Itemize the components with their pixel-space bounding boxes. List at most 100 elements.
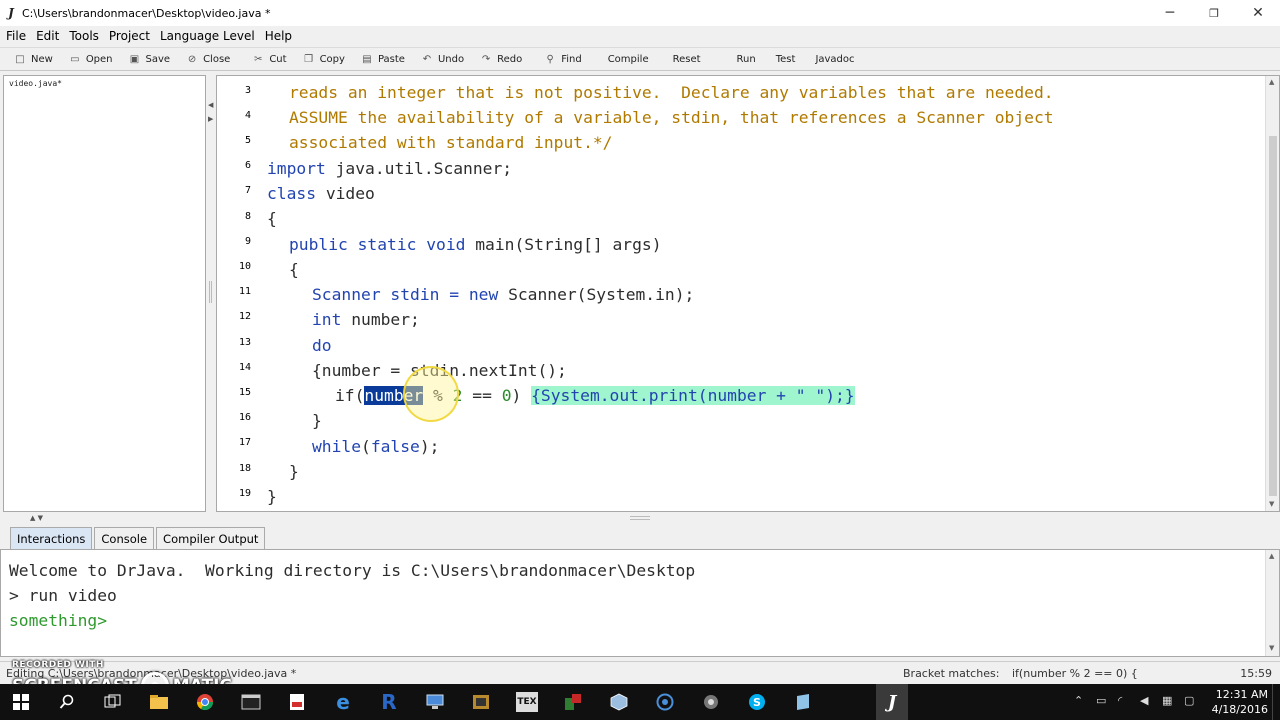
menu-edit[interactable]: Edit xyxy=(34,29,61,43)
tray-chevron-icon[interactable]: ⌃ xyxy=(1074,694,1083,707)
wifi-icon[interactable]: ◜ xyxy=(1118,694,1122,707)
test-button[interactable]: Test xyxy=(768,49,804,69)
bracket-matches-value: if(number % 2 == 0) { xyxy=(1012,667,1138,680)
interactions-pane[interactable]: Welcome to DrJava. Working directory is … xyxy=(0,549,1280,657)
tab-console[interactable]: Console xyxy=(94,527,155,549)
battery-icon[interactable]: ▭ xyxy=(1096,694,1106,707)
taskbar-clock[interactable]: 12:31 AM 4/18/2016 xyxy=(1212,687,1268,717)
tab-interactions[interactable]: Interactions xyxy=(10,527,93,549)
scanner-constructor: Scanner(System.in); xyxy=(498,285,695,304)
terminal-icon[interactable] xyxy=(240,692,262,712)
code-editor[interactable]: 3 4 5 6 7 8 9 10 11 12 13 14 15 16 17 18… xyxy=(216,75,1280,512)
binoculars-icon: ⚲ xyxy=(546,53,554,65)
close-label: Close xyxy=(203,53,231,65)
message-icon[interactable]: ▢ xyxy=(1184,694,1194,707)
save-button[interactable]: ▣ Save xyxy=(121,49,179,69)
skype-icon[interactable]: S xyxy=(746,692,768,712)
scroll-down-icon[interactable]: ▼ xyxy=(1269,500,1274,508)
r-icon[interactable]: R xyxy=(378,690,400,714)
reset-button[interactable]: Reset xyxy=(665,49,709,69)
latex-icon[interactable]: TEX xyxy=(516,692,538,712)
selected-text: number xyxy=(364,386,424,405)
cut-button[interactable]: ✂ Cut xyxy=(244,49,294,69)
copy-button[interactable]: ❐ Copy xyxy=(295,49,353,69)
if-open: if( xyxy=(335,386,365,405)
input-prompt[interactable]: something> xyxy=(9,611,107,631)
show-desktop-button[interactable] xyxy=(1272,684,1280,720)
undo-button[interactable]: ↶ Undo xyxy=(413,49,472,69)
close-file-button[interactable]: ⊘ Close xyxy=(178,49,238,69)
scroll-thumb[interactable] xyxy=(1269,136,1277,496)
keyword-false: false xyxy=(370,437,420,456)
cube-icon[interactable] xyxy=(608,692,630,712)
tab-compiler-output[interactable]: Compiler Output xyxy=(156,527,266,549)
line-number-gutter: 3 4 5 6 7 8 9 10 11 12 13 14 15 16 17 18… xyxy=(217,76,259,511)
undo-arrow-icon: ↶ xyxy=(422,53,432,65)
scroll-down-icon[interactable]: ▼ xyxy=(1269,644,1274,652)
scroll-up-icon[interactable]: ▲ xyxy=(1269,552,1274,560)
scanner-declaration: Scanner stdin = xyxy=(312,285,469,304)
redo-arrow-icon: ↷ xyxy=(481,53,491,65)
close-button[interactable]: ✕ xyxy=(1236,0,1280,26)
app-icon[interactable] xyxy=(470,692,492,712)
menu-bar: File Edit Tools Project Language Level H… xyxy=(0,26,1280,46)
minimize-button[interactable]: ─ xyxy=(1148,0,1192,26)
run-button[interactable]: Run xyxy=(729,49,764,69)
vertical-splitter[interactable]: ◀ ▶ xyxy=(207,75,215,512)
pdf-icon[interactable] xyxy=(286,692,308,712)
open-button[interactable]: ▭ Open xyxy=(61,49,121,69)
run-command: > run video xyxy=(9,586,117,605)
splitter-arrows-icon[interactable]: ▲ ▼ xyxy=(30,514,43,522)
tool-icon[interactable] xyxy=(700,692,722,712)
restore-button[interactable]: ❐ xyxy=(1192,0,1236,26)
paste-button[interactable]: ▤ Paste xyxy=(353,49,413,69)
task-view-icon[interactable] xyxy=(102,692,124,712)
line-number: 11 xyxy=(238,286,251,297)
volume-icon[interactable]: ◀ xyxy=(1140,694,1148,707)
horizontal-splitter[interactable]: ▲ ▼ xyxy=(0,513,1280,525)
compile-button[interactable]: Compile xyxy=(600,49,657,69)
chrome-icon[interactable] xyxy=(194,692,216,712)
line-number: 12 xyxy=(238,311,251,322)
drjava-icon[interactable]: J xyxy=(876,684,908,720)
notepad-icon[interactable] xyxy=(792,692,814,712)
import-path: java.util.Scanner; xyxy=(325,159,513,178)
svg-text:S: S xyxy=(753,696,761,709)
expand-right-icon[interactable]: ▶ xyxy=(208,115,213,123)
edge-icon[interactable]: e xyxy=(332,690,354,714)
search-icon[interactable] xyxy=(56,692,78,712)
scroll-up-icon[interactable]: ▲ xyxy=(1269,78,1274,86)
title-bar: J C:\Users\brandonmacer\Desktop\video.ja… xyxy=(0,0,1280,26)
javadoc-button[interactable]: Javadoc xyxy=(807,49,862,69)
number-literal: 0 xyxy=(501,386,512,405)
equality-operator: == xyxy=(462,386,502,405)
find-button[interactable]: ⚲ Find xyxy=(536,49,590,69)
menu-tools[interactable]: Tools xyxy=(67,29,101,43)
network-icon[interactable] xyxy=(424,692,446,712)
test-label: Test xyxy=(775,53,796,65)
file-explorer-icon[interactable] xyxy=(148,692,170,712)
new-button[interactable]: □ New xyxy=(6,49,61,69)
menu-project[interactable]: Project xyxy=(107,29,152,43)
keyboard-icon[interactable]: ▦ xyxy=(1162,694,1172,707)
interactions-scrollbar[interactable]: ▲ ▼ xyxy=(1265,550,1279,656)
window-title: C:\Users\brandonmacer\Desktop\video.java… xyxy=(22,6,271,20)
windows-start-icon[interactable] xyxy=(10,692,32,712)
editor-scrollbar[interactable]: ▲ ▼ xyxy=(1265,76,1279,511)
paren-close: ); xyxy=(419,437,440,456)
menu-language-level[interactable]: Language Level xyxy=(158,29,257,43)
window-controls: ─ ❐ ✕ xyxy=(1148,0,1280,26)
menu-help[interactable]: Help xyxy=(263,29,294,43)
collapse-left-icon[interactable]: ◀ xyxy=(208,101,213,109)
menu-file[interactable]: File xyxy=(4,29,28,43)
line-number: 19 xyxy=(238,488,251,499)
code-line-18: } xyxy=(289,462,299,481)
file-item-video-java[interactable]: video.java* xyxy=(4,76,205,91)
code-line-19: } xyxy=(267,487,277,506)
new-label: New xyxy=(31,53,53,65)
circle-app-icon[interactable] xyxy=(654,692,676,712)
app-icon[interactable] xyxy=(562,692,584,712)
redo-button[interactable]: ↷ Redo xyxy=(472,49,530,69)
code-line-11: Scanner stdin = new Scanner(System.in); xyxy=(312,285,694,305)
code-line-4: ASSUME the availability of a variable, s… xyxy=(289,108,1054,127)
